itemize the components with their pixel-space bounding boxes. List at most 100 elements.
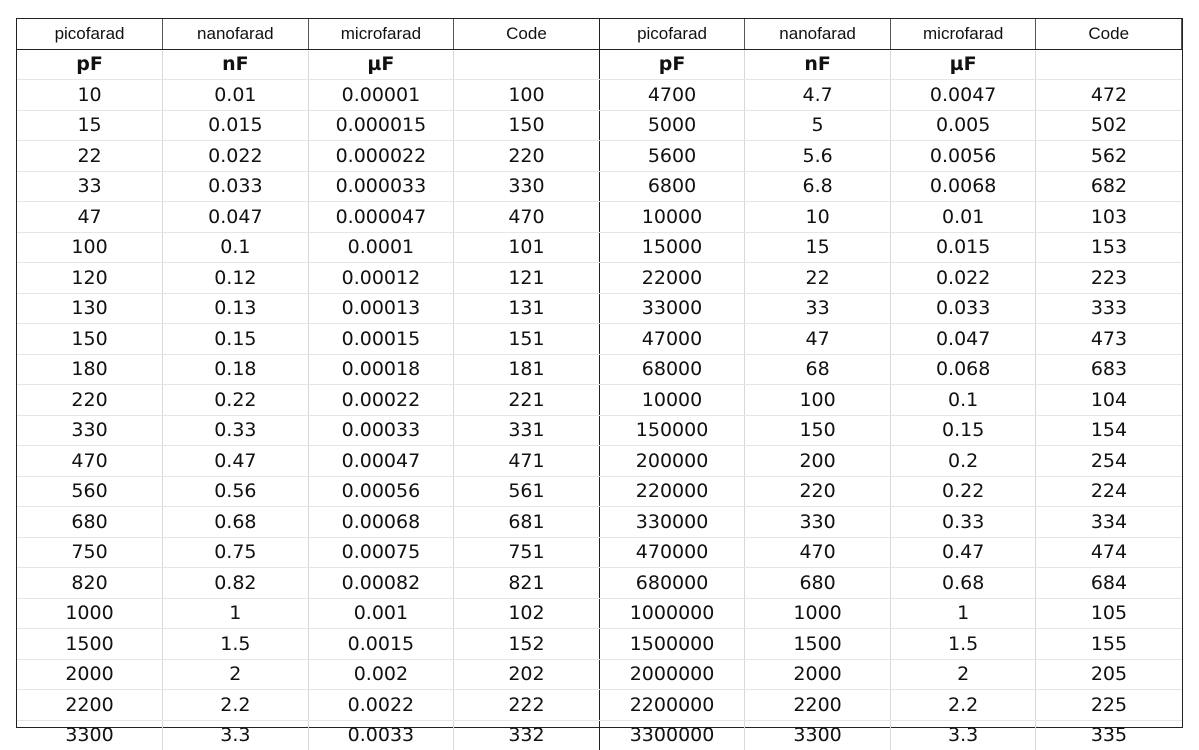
table-cell: 0.00075: [308, 537, 455, 568]
table-row: 22 0.022 0.000022 220 5600 5.6 0.0056 562: [17, 140, 1182, 172]
table-cell: 470000: [599, 537, 746, 568]
table-cell: 751: [453, 537, 600, 568]
table-cell: 330: [744, 506, 891, 538]
table-cell: 3300: [17, 720, 164, 750]
table-cell: 0.000015: [308, 110, 455, 141]
table-cell: 0.000047: [308, 201, 455, 233]
table-cell: 104: [1035, 384, 1182, 416]
table-cell: 154: [1035, 415, 1182, 446]
table-cell: 1000: [17, 598, 164, 629]
table-cell: 180: [17, 354, 164, 385]
table-cell: 474: [1035, 537, 1182, 568]
table-cell: 100: [17, 232, 164, 263]
table-row: 1500 1.5 0.0015 152 1500000 1500 1.5 155: [17, 628, 1182, 660]
table-cell: 0.00022: [308, 384, 455, 416]
table-cell: 1500: [744, 628, 891, 660]
table-cell: 502: [1035, 110, 1182, 141]
table-cell: 333: [1035, 293, 1182, 324]
table-cell: 3.3: [162, 720, 309, 750]
capacitor-conversion-table: picofarad nanofarad microfarad Code pico…: [17, 19, 1182, 750]
table-row: 2200 2.2 0.0022 222 2200000 2200 2.2 225: [17, 689, 1182, 721]
table-cell: 0.0068: [890, 171, 1037, 202]
header-cell: microfarad: [890, 19, 1037, 50]
table-cell: 4700: [599, 79, 746, 111]
table-cell: 2000: [744, 659, 891, 690]
table-cell: 331: [453, 415, 600, 446]
table-cell: 1: [890, 598, 1037, 629]
table-cell: 105: [1035, 598, 1182, 629]
unit-cell: µF: [308, 49, 455, 80]
header-cell: Code: [1035, 19, 1182, 50]
table-cell: 0.0033: [308, 720, 455, 750]
table-cell: 682: [1035, 171, 1182, 202]
table-cell: 0.000022: [308, 140, 455, 172]
table-cell: 121: [453, 262, 600, 294]
table-cell: 5.6: [744, 140, 891, 172]
table-cell: 0.000033: [308, 171, 455, 202]
table-cell: 0.12: [162, 262, 309, 294]
table-cell: 151: [453, 323, 600, 355]
table-cell: 0.00082: [308, 567, 455, 599]
table-cell: 205: [1035, 659, 1182, 690]
table-cell: 10: [17, 79, 164, 111]
table-cell: 0.75: [162, 537, 309, 568]
table-cell: 6.8: [744, 171, 891, 202]
table-cell: 0.22: [890, 476, 1037, 507]
unit-cell: µF: [890, 49, 1037, 80]
table-cell: 47: [17, 201, 164, 233]
table-row: 470 0.47 0.00047 471 200000 200 0.2 254: [17, 445, 1182, 477]
table-cell: 0.00018: [308, 354, 455, 385]
table-cell: 33000: [599, 293, 746, 324]
table-row: 680 0.68 0.00068 681 330000 330 0.33 334: [17, 506, 1182, 538]
header-cell: picofarad: [17, 19, 164, 50]
table-cell: 0.1: [890, 384, 1037, 416]
table-cell: 3300000: [599, 720, 746, 750]
unit-cell: pF: [17, 49, 164, 80]
table-cell: 220: [17, 384, 164, 416]
table-cell: 820: [17, 567, 164, 599]
table-cell: 150: [17, 323, 164, 355]
table-cell: 1.5: [162, 628, 309, 660]
table-cell: 3.3: [890, 720, 1037, 750]
table-cell: 15000: [599, 232, 746, 263]
table-cell: 2000: [17, 659, 164, 690]
table-cell: 0.01: [162, 79, 309, 111]
table-row: 10 0.01 0.00001 100 4700 4.7 0.0047 472: [17, 79, 1182, 111]
table-row: 750 0.75 0.00075 751 470000 470 0.47 474: [17, 537, 1182, 568]
table-cell: 473: [1035, 323, 1182, 355]
header-cell: Code: [453, 19, 600, 50]
table-row: 3300 3.3 0.0033 332 3300000 3300 3.3 335: [17, 720, 1182, 750]
units-row: pF nF µF pF nF µF: [17, 49, 1182, 80]
table-cell: 150: [453, 110, 600, 141]
table-cell: 10: [744, 201, 891, 233]
table-cell: 15: [17, 110, 164, 141]
table-cell: 472: [1035, 79, 1182, 111]
table-cell: 22000: [599, 262, 746, 294]
table-row: 100 0.1 0.0001 101 15000 15 0.015 153: [17, 232, 1182, 263]
table-cell: 470: [744, 537, 891, 568]
table-cell: 0.0015: [308, 628, 455, 660]
table-cell: 1500: [17, 628, 164, 660]
table-cell: 150000: [599, 415, 746, 446]
table-cell: 0.005: [890, 110, 1037, 141]
table-cell: 1: [162, 598, 309, 629]
table-cell: 0.82: [162, 567, 309, 599]
table-cell: 15: [744, 232, 891, 263]
table-row: 180 0.18 0.00018 181 68000 68 0.068 683: [17, 354, 1182, 385]
table-cell: 0.047: [890, 323, 1037, 355]
table-cell: 0.33: [162, 415, 309, 446]
table-cell: 330: [453, 171, 600, 202]
unit-cell: pF: [599, 49, 746, 80]
table-cell: 3300: [744, 720, 891, 750]
table-cell: 0.68: [162, 506, 309, 538]
table-cell: 821: [453, 567, 600, 599]
table-cell: 562: [1035, 140, 1182, 172]
table-cell: 130: [17, 293, 164, 324]
table-cell: 335: [1090, 724, 1128, 747]
unit-cell: [1035, 49, 1182, 80]
table-cell: 750: [17, 537, 164, 568]
table-cell: 2200: [17, 689, 164, 721]
table-cell: 33: [17, 171, 164, 202]
table-cell: 220: [744, 476, 891, 507]
table-cell: 2200000: [599, 689, 746, 721]
